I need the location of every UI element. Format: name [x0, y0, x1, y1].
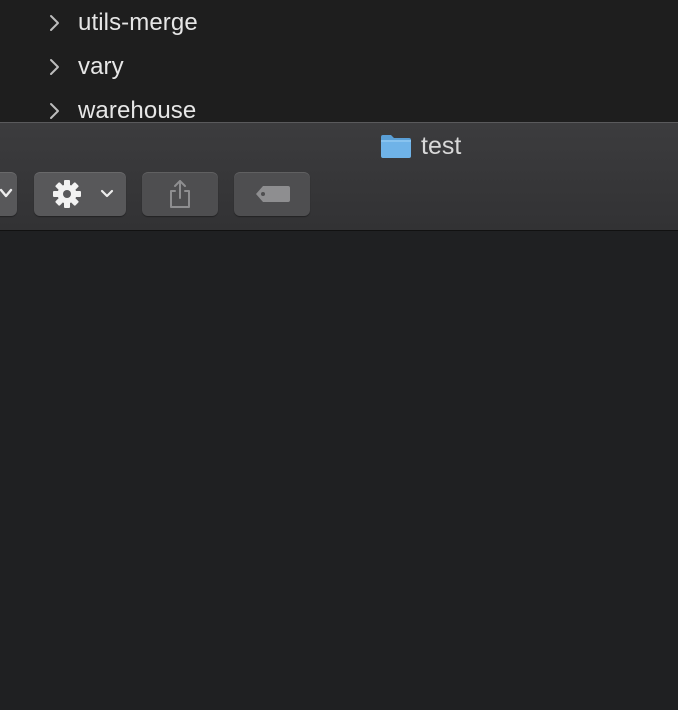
window-content-area[interactable]: [0, 231, 678, 710]
folder-icon: [381, 135, 411, 158]
list-item-label: utils-merge: [78, 9, 198, 36]
chevron-down-icon: [0, 188, 13, 198]
share-icon: [170, 180, 190, 208]
share-button[interactable]: [142, 172, 218, 216]
list-item[interactable]: utils-merge: [0, 1, 678, 45]
action-menu-button[interactable]: [34, 172, 126, 216]
list-item-label: vary: [78, 53, 124, 80]
window-title-text: test: [421, 131, 462, 160]
window-title: test: [380, 131, 461, 161]
disclosure-chevron-right-icon[interactable]: [46, 11, 62, 35]
tag-icon: [256, 186, 290, 202]
finder-window: test: [0, 122, 678, 710]
list-item-label: warehouse: [78, 97, 197, 124]
disclosure-chevron-right-icon[interactable]: [46, 55, 62, 79]
screen: utils-merge vary warehouse test: [0, 0, 678, 710]
gear-icon: [53, 180, 81, 208]
background-file-list: utils-merge vary warehouse: [0, 0, 678, 124]
tags-button[interactable]: [234, 172, 310, 216]
window-toolbar: test: [0, 122, 678, 231]
disclosure-chevron-right-icon[interactable]: [46, 99, 62, 123]
chevron-down-icon: [100, 189, 114, 198]
list-item[interactable]: vary: [0, 45, 678, 89]
view-options-button[interactable]: [0, 172, 17, 216]
